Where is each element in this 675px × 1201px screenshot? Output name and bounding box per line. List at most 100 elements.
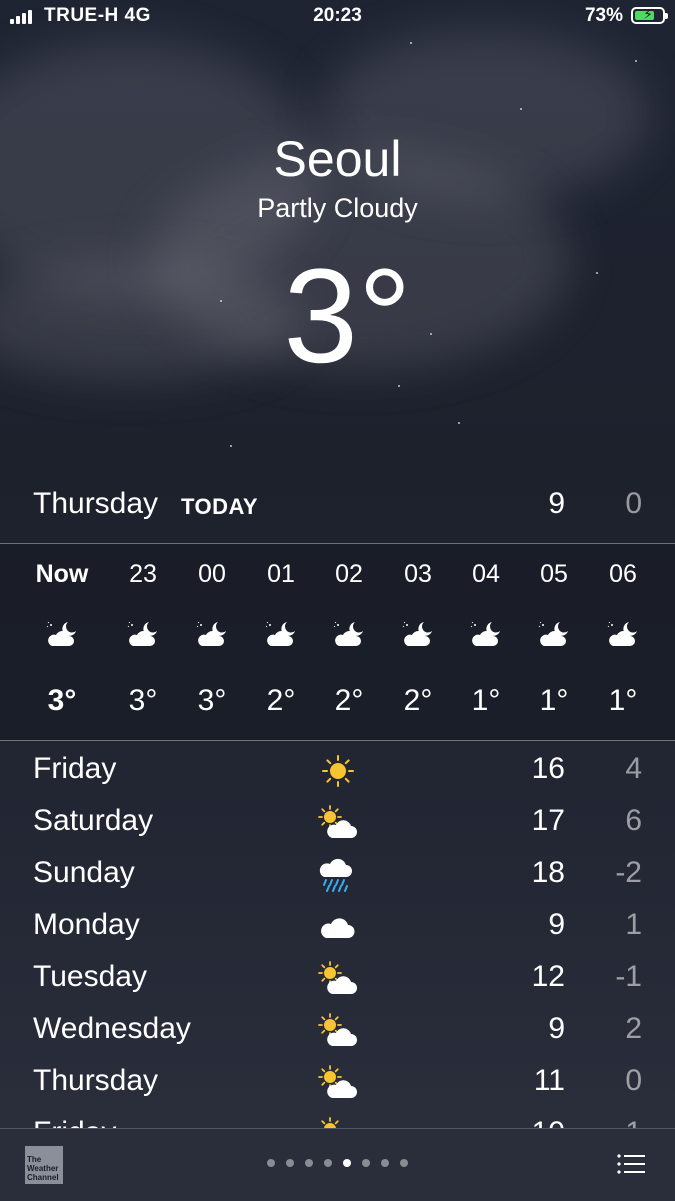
page-dot[interactable] [286,1159,294,1167]
hour-temperature: 2° [403,684,433,717]
page-dot[interactable] [400,1159,408,1167]
page-dot[interactable] [343,1159,351,1167]
star [635,60,637,62]
today-high-temp: 9 [548,487,565,520]
day-high-temp: 9 [548,908,565,941]
daily-forecast-list[interactable]: Friday 16 4 Saturday 17 6 Sunday 18 -2 Monday 9 1 Tu… [0,744,675,1128]
hour-time: Now [35,560,89,588]
hourly-item: 06 1° [588,544,658,740]
hour-time: 03 [404,560,432,588]
day-high-temp: 18 [531,856,565,889]
daily-forecast-row: Friday 16 4 [0,744,675,796]
city-name: Seoul [273,131,402,187]
hour-temperature: 3° [197,684,227,717]
star [230,445,232,447]
day-name: Sunday [33,856,135,889]
hourly-item: 03 2° [383,544,453,740]
day-low-temp: 1 [625,1116,642,1128]
hour-time: 01 [267,560,295,588]
hour-time: 23 [129,560,157,588]
day-name: Friday [33,1116,116,1128]
rain-icon [316,856,360,894]
day-low-temp: 4 [625,752,642,785]
partly-cloudy-night-icon [605,619,641,649]
day-low-temp: 1 [625,908,642,941]
page-indicator[interactable] [0,1159,675,1167]
day-name: Thursday [33,1064,159,1097]
day-name: Saturday [33,804,154,837]
partly-cloudy-night-icon [536,619,572,649]
partly-cloudy-night-icon [125,619,161,649]
day-high-temp: 10 [532,1116,565,1128]
partly-cloudy-night-icon [331,619,367,649]
page-dot[interactable] [381,1159,389,1167]
partly-sunny-icon [316,960,360,998]
today-label: TODAY [181,494,259,519]
hour-time: 05 [540,560,568,588]
today-low-temp: 0 [625,487,642,520]
partly-cloudy-night-icon [194,619,230,649]
day-low-temp: -2 [615,856,642,889]
hourly-item: 23 3° [108,544,178,740]
day-name: Monday [33,908,140,941]
list-icon[interactable] [617,1153,645,1175]
star [520,108,522,110]
cloud-icon [316,908,360,946]
partly-cloudy-night-icon [468,619,504,649]
star [410,42,412,44]
hourly-item: Now 3° [27,544,97,740]
hour-temperature: 2° [334,684,364,717]
day-low-temp: -1 [615,960,642,993]
partly-sunny-icon [316,804,360,842]
charging-bolt-icon: ⚡ [643,6,653,22]
day-low-temp: 0 [625,1064,642,1097]
today-day-name: Thursday [33,487,159,520]
day-name: Friday [33,752,117,785]
partly-cloudy-night-icon [44,619,80,649]
page-dot[interactable] [267,1159,275,1167]
hour-time: 02 [335,560,363,588]
partly-sunny-icon [316,1012,360,1050]
daily-forecast-row: Wednesday 9 2 [0,1004,675,1056]
battery-percent: 73% [584,5,623,26]
page-dot[interactable] [324,1159,332,1167]
hour-temperature: 2° [266,684,296,717]
daily-forecast-row: Monday 9 1 [0,900,675,952]
day-high-temp: 9 [548,1012,565,1045]
partly-cloudy-night-icon [263,619,299,649]
daily-forecast-row: Saturday 17 6 [0,796,675,848]
daily-forecast-row: Tuesday 12 -1 [0,952,675,1004]
day-high-temp: 17 [531,804,565,837]
sun-icon [316,752,360,790]
hourly-item: 00 3° [177,544,247,740]
hour-time: 06 [609,560,637,588]
hourly-item: 04 1° [451,544,521,740]
page-dot[interactable] [362,1159,370,1167]
hourly-item: 01 2° [246,544,316,740]
day-high-temp: 11 [533,1064,565,1097]
hour-time: 00 [198,560,226,588]
bottom-toolbar: The Weather Channel [0,1128,675,1201]
today-summary-row: Thursday TODAY 9 0 [0,480,675,542]
divider [0,740,675,741]
hour-temperature: 3° [47,684,77,717]
day-high-temp: 16 [531,752,565,785]
star [458,422,460,424]
page-dot[interactable] [305,1159,313,1167]
partly-cloudy-night-icon [400,619,436,649]
hourly-item: 02 2° [314,544,384,740]
partly-sunny-icon [316,1116,360,1128]
day-low-temp: 2 [625,1012,642,1045]
daily-forecast-row: Sunday 18 -2 [0,848,675,900]
hourly-item: 05 1° [519,544,589,740]
day-name: Tuesday [33,960,147,993]
status-time: 20:23 [313,5,362,26]
weather-condition: Partly Cloudy [257,193,418,223]
day-name: Wednesday [33,1012,191,1045]
hour-temperature: 1° [471,684,501,717]
hourly-forecast[interactable]: Now 3° 23 3° 00 3° 01 2° 02 2° 03 2° 04 1° 05 1° 06 1° [0,544,675,740]
partly-sunny-icon [316,1064,360,1102]
hour-temperature: 3° [128,684,158,717]
day-high-temp: 12 [531,960,565,993]
battery-icon: ⚡ [631,6,668,24]
